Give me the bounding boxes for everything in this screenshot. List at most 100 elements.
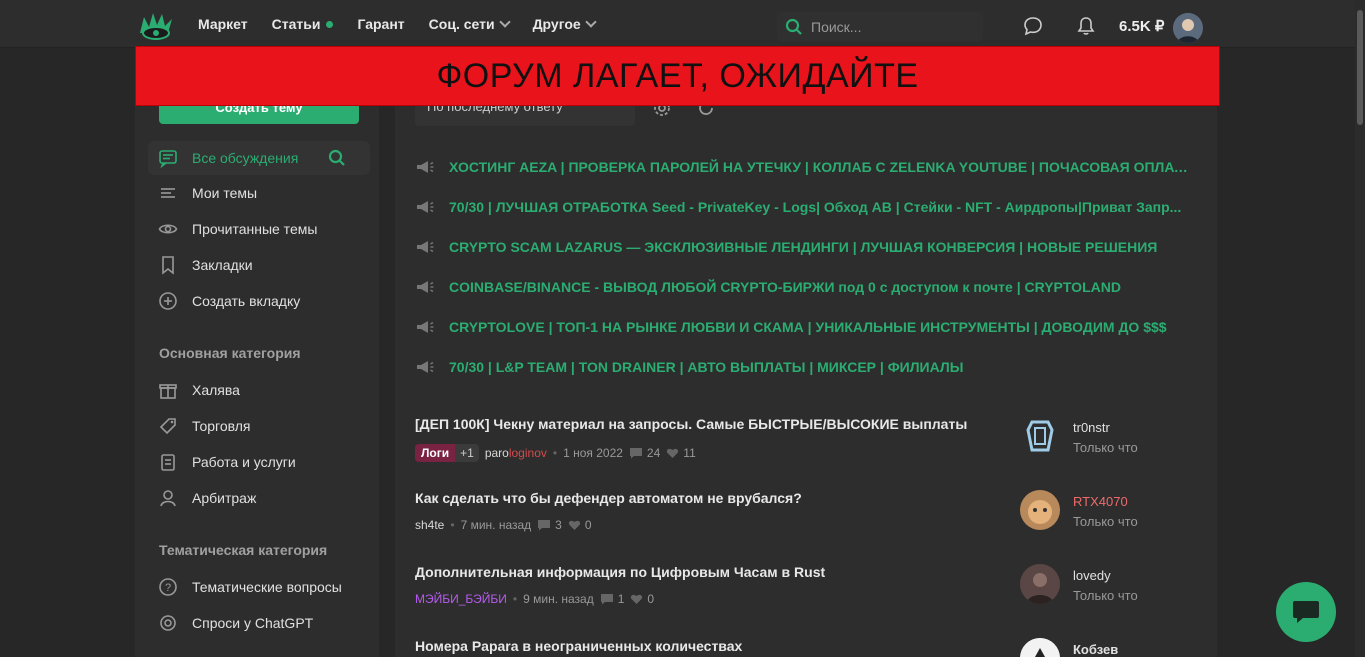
last-post[interactable]: tr0nstr Только что <box>1020 416 1220 460</box>
discussions-icon <box>159 150 177 168</box>
promo-thread[interactable]: 70/30 | ЛУЧШАЯ ОТРАБОТКА Seed - PrivateK… <box>415 195 1205 219</box>
reply-count: 1 <box>600 592 625 606</box>
nav-articles[interactable]: Статьи <box>272 16 334 32</box>
last-poster-name[interactable]: RTX4070 <box>1073 494 1128 509</box>
sidebar-item-label: Спроси у ChatGPT <box>192 615 314 631</box>
sidebar-item-bookmarks[interactable]: Закладки <box>148 248 370 282</box>
last-post-time: Только что <box>1073 514 1138 529</box>
main-nav: Маркет Статьи Гарант Соц. сети Другое <box>198 0 597 48</box>
last-poster-avatar-image <box>1028 500 1052 524</box>
megaphone-icon <box>417 281 434 293</box>
clipboard-icon <box>161 454 175 471</box>
sidebar-item-label: Работа и услуги <box>192 454 296 470</box>
last-poster-avatar[interactable] <box>1020 564 1060 604</box>
user-avatar-image <box>1173 13 1203 43</box>
prefix-badge[interactable]: Логи <box>415 444 456 462</box>
reply-count-value: 3 <box>555 518 562 532</box>
bell-icon[interactable] <box>1076 16 1096 36</box>
reply-count: 24 <box>629 446 660 460</box>
thread-author[interactable]: parologinov <box>485 446 547 460</box>
search-box[interactable] <box>777 12 983 42</box>
last-post[interactable]: lovedy Только что <box>1020 564 1220 608</box>
sidebar-item-trading[interactable]: Торговля <box>148 409 370 443</box>
last-post[interactable]: RTX4070 Только что <box>1020 490 1220 534</box>
lag-warning-banner: ФОРУМ ЛАГАЕТ, ОЖИДАЙТЕ <box>135 46 1220 106</box>
sidebar-item-jobs[interactable]: Работа и услуги <box>148 445 370 479</box>
last-poster-avatar[interactable] <box>1020 490 1060 530</box>
last-poster-avatar[interactable] <box>1020 638 1060 657</box>
promo-thread-title[interactable]: ХОСТИНГ AEZA | ПРОВЕРКА ПАРОЛЕЙ НА УТЕЧК… <box>449 159 1191 175</box>
last-post[interactable]: Кобзев <box>1020 638 1220 657</box>
thread-row[interactable]: Номера Papara в неограниченных количеств… <box>415 638 1205 657</box>
megaphone-icon <box>417 361 434 373</box>
chevron-down-icon <box>498 16 511 28</box>
last-post-time: Только что <box>1073 588 1138 603</box>
like-count-value: 11 <box>683 446 696 460</box>
nav-social[interactable]: Соц. сети <box>428 16 511 32</box>
last-poster-name[interactable]: Кобзев <box>1073 642 1118 657</box>
separator-dot: • <box>552 446 558 460</box>
sidebar-item-arbitrage[interactable]: Арбитраж <box>148 481 370 515</box>
reply-count-value: 24 <box>646 446 661 460</box>
nav-market[interactable]: Маркет <box>198 16 248 32</box>
plus-circle-icon <box>159 292 177 310</box>
promo-thread-title[interactable]: 70/30 | L&P TEAM | TON DRAINER | АВТО ВЫ… <box>449 359 963 375</box>
nav-guarantor[interactable]: Гарант <box>357 16 404 32</box>
nav-guarantor-label: Гарант <box>357 16 405 32</box>
search-icon <box>785 18 802 35</box>
thread-author[interactable]: МЭЙБИ_БЭЙБИ <box>415 592 507 606</box>
heart-icon <box>667 448 679 458</box>
sidebar-item-my-threads[interactable]: Мои темы <box>148 176 370 210</box>
promo-thread-title[interactable]: COINBASE/BINANCE - ВЫВОД ЛЮБОЙ CRYPTO-БИ… <box>449 279 1121 295</box>
svg-text:?: ? <box>165 582 171 594</box>
sidebar-item-all-discussions[interactable]: Все обсуждения <box>148 141 370 175</box>
bookmark-icon <box>162 256 174 275</box>
user-avatar[interactable] <box>1173 13 1203 43</box>
sidebar-item-thematic-questions[interactable]: ? Тематические вопросы <box>148 570 370 604</box>
thread-author[interactable]: sh4te <box>415 518 444 532</box>
promo-thread[interactable]: 70/30 | L&P TEAM | TON DRAINER | АВТО ВЫ… <box>415 355 1205 379</box>
sidebar-item-create-tab[interactable]: Создать вкладку <box>148 284 370 318</box>
sidebar-item-label: Закладки <box>192 257 253 273</box>
sidebar-item-freebies[interactable]: Халява <box>148 373 370 407</box>
reply-count: 3 <box>537 518 562 532</box>
chat-fab-button[interactable] <box>1276 582 1336 642</box>
nav-articles-label: Статьи <box>271 16 321 32</box>
prefix-more-badge[interactable]: +1 <box>455 444 479 462</box>
promo-thread[interactable]: COINBASE/BINANCE - ВЫВОД ЛЮБОЙ CRYPTO-БИ… <box>415 275 1205 299</box>
search-icon[interactable] <box>328 149 346 167</box>
reply-count-value: 1 <box>617 592 625 606</box>
last-poster-name[interactable]: tr0nstr <box>1073 420 1110 435</box>
chat-icon[interactable] <box>1023 16 1043 36</box>
search-input[interactable] <box>811 19 971 35</box>
like-count: 11 <box>666 446 696 460</box>
tag-icon <box>159 418 176 435</box>
thread-row[interactable]: Как сделать что бы дефендер автоматом не… <box>415 490 1205 532</box>
promo-thread-title[interactable]: 70/30 | ЛУЧШАЯ ОТРАБОТКА Seed - PrivateK… <box>449 199 1181 215</box>
promo-thread-title[interactable]: CRYPTO SCAM LAZARUS — ЭКСКЛЮЗИВНЫЕ ЛЕНДИ… <box>449 239 1157 255</box>
promo-thread[interactable]: CRYPTOLOVE | ТОП-1 НА РЫНКЕ ЛЮБВИ И СКАМ… <box>415 315 1205 339</box>
balance-amount[interactable]: 6.5K ₽ <box>1119 17 1164 35</box>
site-logo-icon[interactable] <box>138 11 174 41</box>
thread-row[interactable]: Дополнительная информация по Цифровым Ча… <box>415 564 1205 606</box>
page-scrollbar[interactable] <box>1355 0 1365 657</box>
sidebar: Создать тему Все обсуждения Мои темы Про… <box>135 48 379 657</box>
sidebar-item-label: Мои темы <box>192 185 258 201</box>
scrollbar-thumb[interactable] <box>1357 10 1363 125</box>
promo-thread[interactable]: ХОСТИНГ AEZA | ПРОВЕРКА ПАРОЛЕЙ НА УТЕЧК… <box>415 155 1205 179</box>
author-name-part: paro <box>484 446 509 460</box>
sidebar-item-read-threads[interactable]: Прочитанные темы <box>148 212 370 246</box>
last-poster-name[interactable]: lovedy <box>1073 568 1111 583</box>
chatgpt-icon <box>160 615 176 631</box>
thread-row[interactable]: [ДЕП 100К] Чекну материал на запросы. Са… <box>415 416 1205 462</box>
promo-thread-title[interactable]: CRYPTOLOVE | ТОП-1 НА РЫНКЕ ЛЮБВИ И СКАМ… <box>449 319 1167 335</box>
sidebar-item-ask-chatgpt[interactable]: Спроси у ChatGPT <box>148 606 370 640</box>
nav-social-label: Соц. сети <box>428 16 495 32</box>
promo-thread[interactable]: CRYPTO SCAM LAZARUS — ЭКСКЛЮЗИВНЫЕ ЛЕНДИ… <box>415 235 1205 259</box>
last-poster-avatar[interactable] <box>1020 416 1060 456</box>
list-icon <box>161 188 175 198</box>
like-count-value: 0 <box>647 592 655 606</box>
comment-icon <box>538 520 551 531</box>
nav-other[interactable]: Другое <box>533 16 597 32</box>
like-count: 0 <box>630 592 654 606</box>
